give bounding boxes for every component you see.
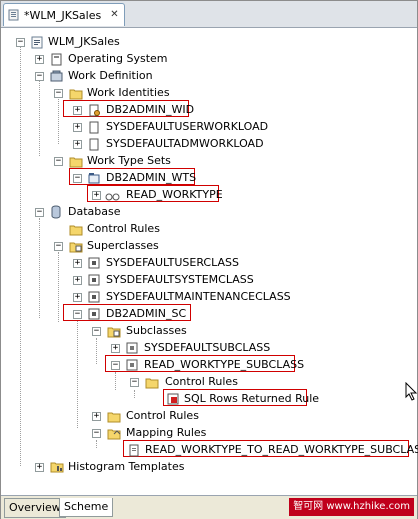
expand-toggle[interactable]: + bbox=[35, 55, 44, 64]
workload-icon bbox=[88, 121, 101, 134]
tree-item-database[interactable]: Database bbox=[67, 205, 122, 219]
wlm-scheme-tree: − WLM_JKSales + Operating System − Work … bbox=[1, 28, 418, 492]
folder-icon bbox=[107, 410, 121, 423]
collapse-toggle[interactable]: − bbox=[111, 361, 120, 370]
tab-scheme[interactable]: Scheme bbox=[59, 498, 114, 517]
folder-icon bbox=[145, 376, 159, 389]
collapse-toggle[interactable]: − bbox=[92, 429, 101, 438]
tree-connector bbox=[77, 320, 78, 428]
threshold-rule-icon bbox=[167, 393, 180, 406]
tree-item-work-identities[interactable]: Work Identities bbox=[86, 86, 171, 100]
collapse-toggle[interactable]: − bbox=[92, 327, 101, 336]
expand-toggle[interactable]: + bbox=[73, 276, 82, 285]
tree-connector bbox=[134, 390, 135, 398]
expand-toggle[interactable]: + bbox=[111, 344, 120, 353]
subclass-icon bbox=[126, 342, 139, 355]
tree-item-sysdefault-subclass[interactable]: SYSDEFAULTSUBCLASS bbox=[143, 341, 271, 355]
tree-connector bbox=[58, 94, 59, 144]
wlm-file-icon bbox=[8, 9, 20, 21]
service-class-icon bbox=[88, 257, 101, 270]
collapse-toggle[interactable]: − bbox=[73, 310, 82, 319]
tree-item-subclass-control-rules[interactable]: Control Rules bbox=[164, 375, 239, 389]
tree-item-sc-control-rules[interactable]: Control Rules bbox=[125, 409, 200, 423]
expand-toggle[interactable]: + bbox=[73, 106, 82, 115]
tree-item-operating-system[interactable]: Operating System bbox=[67, 52, 169, 66]
collapse-toggle[interactable]: − bbox=[35, 208, 44, 217]
tree-connector bbox=[20, 44, 21, 466]
tree-item-mapping-rules[interactable]: Mapping Rules bbox=[125, 426, 207, 440]
tree-item-db2admin-sc[interactable]: DB2ADMIN_SC bbox=[105, 307, 187, 321]
histogram-folder-icon bbox=[50, 460, 64, 473]
tree-connector bbox=[115, 372, 116, 390]
expand-toggle[interactable]: + bbox=[92, 412, 101, 421]
expand-toggle[interactable]: + bbox=[73, 293, 82, 302]
expand-toggle[interactable]: + bbox=[35, 463, 44, 472]
tree-item-db2admin-wid[interactable]: DB2ADMIN_WID bbox=[105, 103, 195, 117]
collapse-toggle[interactable]: − bbox=[73, 174, 82, 183]
service-class-icon bbox=[88, 308, 101, 321]
folder-icon bbox=[69, 155, 83, 168]
folder-icon bbox=[69, 223, 83, 236]
close-icon[interactable]: ✕ bbox=[109, 9, 120, 20]
work-definition-icon bbox=[50, 70, 63, 83]
tree-item-db2admin-wts[interactable]: DB2ADMIN_WTS bbox=[105, 171, 197, 185]
expand-toggle[interactable]: + bbox=[73, 140, 82, 149]
tree-item-root[interactable]: WLM_JKSales bbox=[47, 35, 121, 49]
tree-item-work-type-sets[interactable]: Work Type Sets bbox=[86, 154, 172, 168]
collapse-toggle[interactable]: − bbox=[54, 242, 63, 251]
mapping-rules-folder-icon bbox=[107, 427, 121, 440]
tree-item-work-definition[interactable]: Work Definition bbox=[67, 69, 154, 83]
editor-tab-bar: *WLM_JKSales ✕ bbox=[1, 1, 417, 28]
tree-item-subclasses[interactable]: Subclasses bbox=[125, 324, 188, 338]
editor-tab[interactable]: *WLM_JKSales ✕ bbox=[3, 3, 125, 26]
folder-icon bbox=[69, 87, 83, 100]
tree-connector bbox=[39, 76, 40, 156]
service-class-icon bbox=[88, 291, 101, 304]
tree-item-sql-rows-returned-rule[interactable]: SQL Rows Returned Rule bbox=[183, 392, 320, 406]
tree-connector bbox=[39, 218, 40, 318]
tree-item-sysdefault-user-class[interactable]: SYSDEFAULTUSERCLASS bbox=[105, 256, 240, 270]
scheme-icon bbox=[31, 36, 44, 49]
service-class-icon bbox=[88, 274, 101, 287]
tree-item-mapping-rule[interactable]: READ_WORKTYPE_TO_READ_WORKTYPE_SUBCLASS bbox=[144, 443, 418, 457]
work-type-icon bbox=[105, 189, 120, 202]
workload-icon bbox=[88, 138, 101, 151]
collapse-toggle[interactable]: − bbox=[54, 157, 63, 166]
tree-connector bbox=[96, 338, 97, 364]
tree-item-sysdefault-adm-workload[interactable]: SYSDEFAULTADMWORKLOAD bbox=[105, 137, 265, 151]
expand-toggle[interactable]: + bbox=[92, 191, 101, 200]
tree-item-read-worktype[interactable]: READ_WORKTYPE bbox=[125, 188, 224, 202]
watermark-logo: 智可网 www.hzhike.com bbox=[289, 498, 414, 516]
subclasses-folder-icon bbox=[107, 325, 121, 338]
tree-item-histogram-templates[interactable]: Histogram Templates bbox=[67, 460, 185, 474]
collapse-toggle[interactable]: − bbox=[16, 38, 25, 47]
subclass-icon bbox=[126, 359, 139, 372]
expand-toggle[interactable]: + bbox=[73, 123, 82, 132]
collapse-toggle[interactable]: − bbox=[130, 378, 139, 387]
editor-bottom-tabs: Overview Scheme 智可网 www.hzhike.com bbox=[1, 495, 417, 519]
tree-item-sysdefault-maintenance-class[interactable]: SYSDEFAULTMAINTENANCECLASS bbox=[105, 290, 292, 304]
tab-overview[interactable]: Overview bbox=[4, 498, 66, 518]
database-icon bbox=[50, 205, 63, 219]
mapping-rule-icon bbox=[128, 444, 141, 457]
editor-frame: *WLM_JKSales ✕ − WLM_JKSales + Operating… bbox=[0, 0, 418, 519]
superclasses-folder-icon bbox=[69, 240, 83, 253]
collapse-toggle[interactable]: − bbox=[35, 72, 44, 81]
tree-connector bbox=[58, 252, 59, 322]
tree-item-superclasses[interactable]: Superclasses bbox=[86, 239, 160, 253]
workload-icon bbox=[88, 104, 101, 117]
tree-item-read-worktype-subclass[interactable]: READ_WORKTYPE_SUBCLASS bbox=[143, 358, 305, 372]
tree-item-sysdefault-user-workload[interactable]: SYSDEFAULTUSERWORKLOAD bbox=[105, 120, 269, 134]
operating-system-icon bbox=[50, 53, 63, 66]
expand-toggle[interactable]: + bbox=[73, 259, 82, 268]
work-type-set-icon bbox=[88, 172, 101, 185]
tree-connector bbox=[96, 440, 97, 448]
editor-tab-label: *WLM_JKSales bbox=[24, 8, 102, 22]
tree-item-sysdefault-system-class[interactable]: SYSDEFAULTSYSTEMCLASS bbox=[105, 273, 255, 287]
collapse-toggle[interactable]: − bbox=[54, 89, 63, 98]
tree-item-control-rules[interactable]: Control Rules bbox=[86, 222, 161, 236]
